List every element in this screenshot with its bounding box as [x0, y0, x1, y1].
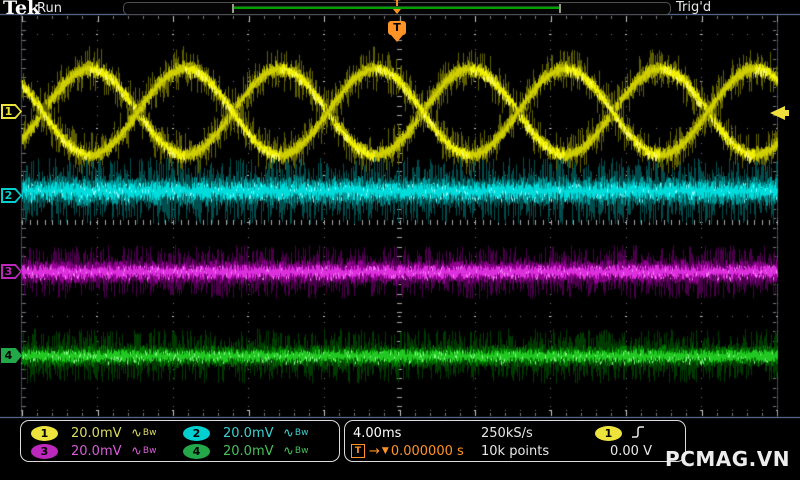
trigger-source-readout[interactable]: 1 [595, 425, 622, 441]
channel3-readout[interactable]: 3 20.0mV ∿ Bw [31, 443, 156, 459]
caret-down-icon: ▼ [381, 446, 389, 456]
bandwidth-limit-icon: Bw [294, 428, 309, 438]
waveform-display [0, 0, 800, 480]
trigger-level-value: 0.00 V [610, 443, 652, 459]
arrow-right-icon: → [369, 443, 380, 459]
trigger-position-value: 0.000000 s [390, 443, 464, 459]
trigger-position-flag-arrow-icon [391, 35, 403, 42]
horizontal-trigger-readout-box: 4.00ms 250kS/s 1 T → ▼ 0.000000 s 10k po… [344, 420, 686, 462]
bandwidth-limit-icon: Bw [142, 446, 157, 456]
trigger-source-badge: 1 [595, 425, 622, 441]
record-window-bracket-left [232, 4, 234, 13]
trigger-slope-rising-icon [631, 424, 646, 440]
ac-coupling-icon: ∿ [131, 425, 142, 441]
ac-coupling-icon: ∿ [283, 443, 294, 459]
channel3-scale: 20.0mV [71, 443, 122, 459]
channel4-scale: 20.0mV [223, 443, 274, 459]
channel1-scale: 20.0mV [71, 425, 122, 441]
trigger-level-arrow-tail [785, 110, 789, 116]
record-window-bracket-right [559, 4, 561, 13]
record-length: 10k points [481, 443, 550, 459]
channel3-position-marker[interactable]: 3 [1, 264, 22, 279]
sample-rate: 250kS/s [481, 425, 533, 441]
channel2-scale: 20.0mV [223, 425, 274, 441]
channel1-badge: 1 [31, 425, 58, 441]
bandwidth-limit-icon: Bw [294, 446, 309, 456]
trigger-t-icon: T [351, 444, 365, 458]
channel2-position-marker[interactable]: 2 [1, 188, 22, 203]
time-per-division[interactable]: 4.00ms [353, 425, 401, 441]
channel1-position-marker[interactable]: 1 [1, 104, 22, 119]
trigger-status: Trig'd [676, 0, 712, 15]
channel4-position-marker[interactable]: 4 [1, 348, 22, 363]
trigger-position-mini-marker: T [389, 0, 405, 14]
watermark: PCMAG.VN [665, 447, 790, 471]
ac-coupling-icon: ∿ [131, 443, 142, 459]
trigger-level-arrow-icon[interactable] [770, 106, 785, 120]
trigger-position-readout[interactable]: T → ▼ 0.000000 s [351, 443, 464, 459]
channel4-readout[interactable]: 4 20.0mV ∿ Bw [183, 443, 308, 459]
channel2-readout[interactable]: 2 20.0mV ∿ Bw [183, 425, 308, 441]
channel-readout-box: 1 20.0mV ∿ Bw 2 20.0mV ∿ Bw 3 20.0mV ∿ B… [20, 420, 340, 462]
ac-coupling-icon: ∿ [283, 425, 294, 441]
trigger-position-flag[interactable]: T [388, 21, 406, 35]
acquisition-status: Run [37, 1, 62, 16]
tek-logo: Tek [3, 0, 41, 19]
channel3-badge: 3 [31, 443, 58, 459]
channel1-readout[interactable]: 1 20.0mV ∿ Bw [31, 425, 156, 441]
oscilloscope-screen: Tek Run T Trig'd T 1 2 3 4 1 20.0mV ∿ Bw… [0, 0, 800, 480]
bandwidth-limit-icon: Bw [142, 428, 157, 438]
down-arrow-icon [393, 9, 401, 14]
channel2-badge: 2 [183, 425, 210, 441]
channel4-badge: 4 [183, 443, 210, 459]
